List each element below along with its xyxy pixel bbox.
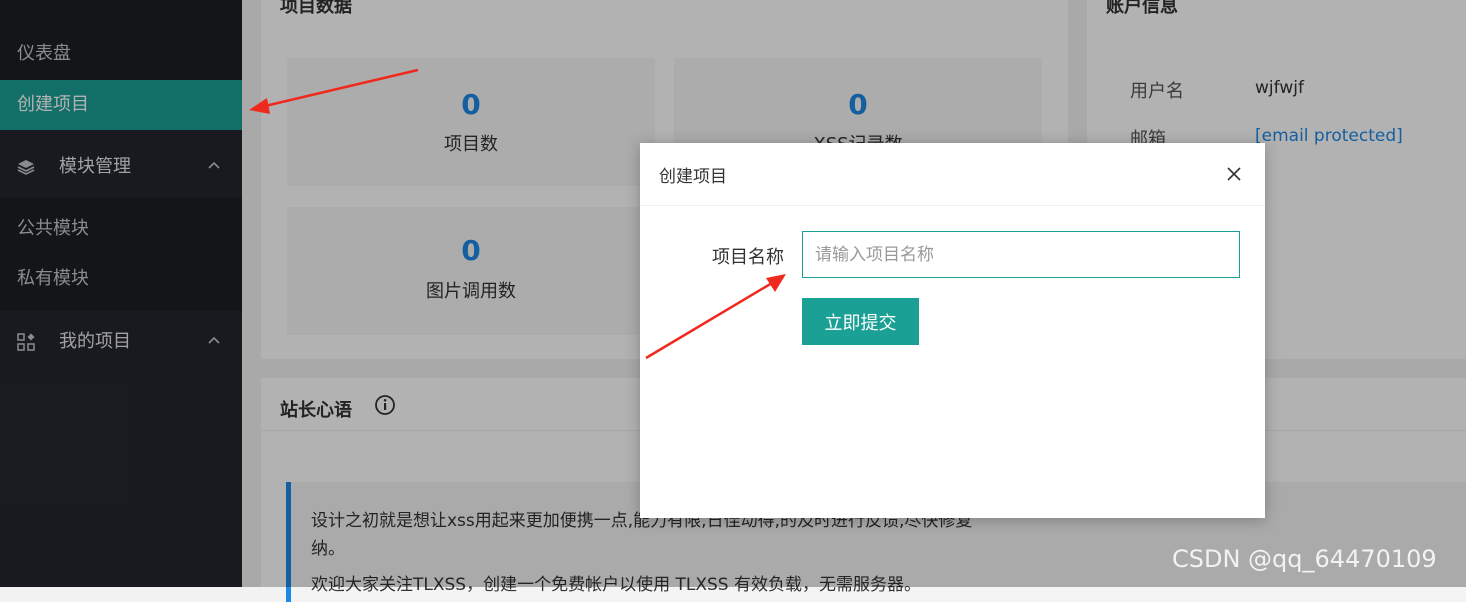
- arrow-line-input: [645, 281, 773, 360]
- annotation-arrows: [249, 68, 786, 360]
- watermark-text: CSDN @qq_64470109: [1172, 545, 1437, 573]
- arrow-head-input: [766, 274, 786, 292]
- arrow-line-sidebar: [264, 68, 419, 108]
- arrow-head-sidebar: [249, 98, 270, 114]
